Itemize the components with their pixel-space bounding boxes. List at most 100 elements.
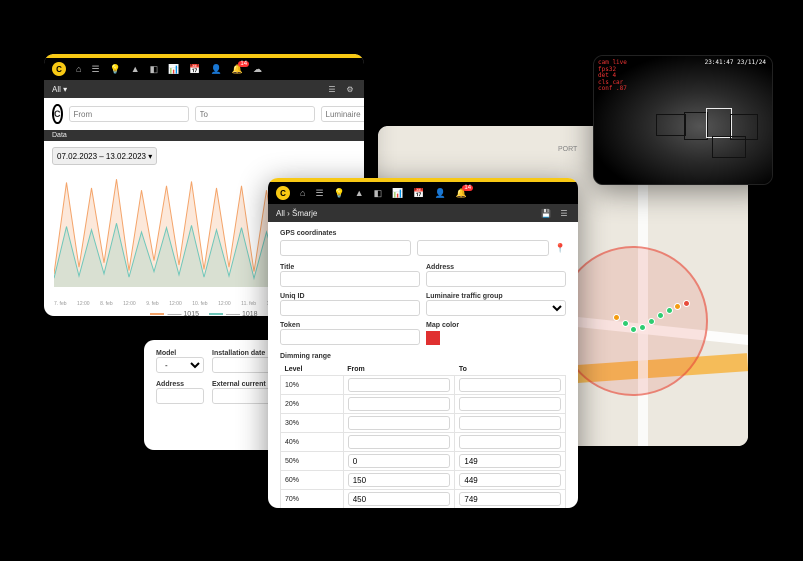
cell-from-input[interactable] bbox=[348, 378, 451, 392]
cell-to-input[interactable] bbox=[459, 454, 561, 468]
map-marker[interactable] bbox=[630, 326, 637, 333]
bell-icon[interactable]: 🔔14 bbox=[456, 188, 467, 199]
map-marker[interactable] bbox=[666, 307, 673, 314]
cell-from-input[interactable] bbox=[348, 435, 451, 449]
cell-to-input[interactable] bbox=[459, 492, 561, 506]
address-input[interactable] bbox=[156, 388, 204, 404]
cell-to-input[interactable] bbox=[459, 397, 561, 411]
calendar-icon[interactable]: 📅 bbox=[189, 64, 200, 75]
cell-to-input[interactable] bbox=[459, 473, 561, 487]
cell-from-input[interactable] bbox=[348, 454, 451, 468]
cell-level: 30% bbox=[281, 414, 344, 433]
panel-settings-icon[interactable]: ⚙ bbox=[344, 83, 356, 95]
cloud-icon[interactable]: ☁ bbox=[253, 64, 262, 75]
cell-to-input[interactable] bbox=[459, 435, 561, 449]
detection-box bbox=[656, 114, 686, 136]
section-header: Data bbox=[44, 130, 364, 141]
col-level: Level bbox=[281, 364, 344, 376]
cube-icon[interactable]: ◧ bbox=[150, 64, 159, 75]
bell-icon[interactable]: 🔔14 bbox=[232, 64, 243, 75]
breadcrumb[interactable]: All › Šmarje bbox=[276, 209, 317, 218]
title-label: Title bbox=[280, 264, 420, 271]
x-tick-label: 11. feb bbox=[241, 301, 256, 307]
cell-from-input[interactable] bbox=[348, 416, 451, 430]
col-from: From bbox=[343, 364, 455, 376]
map-marker[interactable] bbox=[613, 314, 620, 321]
form-panel: C ⌂ ☰ 💡 ▲ ◧ 📊 📅 👤 🔔14 All › Šmarje 💾 ☰ G… bbox=[268, 178, 578, 508]
legend-series-a: —— 1015 bbox=[150, 311, 199, 316]
model-select[interactable]: - bbox=[156, 357, 204, 373]
warning-icon[interactable]: ▲ bbox=[355, 188, 364, 198]
cell-from-input[interactable] bbox=[348, 473, 451, 487]
map-marker[interactable] bbox=[657, 312, 664, 319]
home-icon[interactable]: ⌂ bbox=[300, 188, 305, 198]
table-row: 50% bbox=[281, 452, 566, 471]
address-label: Address bbox=[426, 264, 566, 271]
calendar-icon[interactable]: 📅 bbox=[413, 188, 424, 199]
cell-level: 70% bbox=[281, 490, 344, 509]
table-row: 60% bbox=[281, 471, 566, 490]
filter-luminaire-input[interactable] bbox=[321, 106, 365, 122]
x-tick-label: 12:00 bbox=[169, 301, 182, 307]
map-marker[interactable] bbox=[622, 320, 629, 327]
col-to: To bbox=[455, 364, 566, 376]
chart-icon[interactable]: 📊 bbox=[168, 64, 179, 75]
warning-icon[interactable]: ▲ bbox=[131, 64, 140, 74]
bulb-icon[interactable]: 💡 bbox=[110, 64, 121, 75]
home-icon[interactable]: ⌂ bbox=[76, 64, 81, 74]
breadcrumb[interactable]: All ▾ bbox=[52, 85, 67, 94]
map-district-label: PORT bbox=[558, 146, 577, 153]
detection-box bbox=[706, 108, 732, 138]
app-logo: C bbox=[276, 186, 290, 200]
x-tick-label: 8. feb bbox=[100, 301, 113, 307]
gps-lng-input[interactable] bbox=[417, 240, 548, 256]
menu-icon[interactable]: ☰ bbox=[315, 188, 323, 199]
filter-from-input[interactable] bbox=[69, 106, 189, 122]
panel-menu-icon[interactable]: ☰ bbox=[326, 83, 338, 95]
cell-level: 60% bbox=[281, 471, 344, 490]
map-marker[interactable] bbox=[683, 300, 690, 307]
address-input[interactable] bbox=[426, 271, 566, 287]
camera-timestamp: 23:41:47 23/11/24 bbox=[705, 60, 766, 67]
uniqid-label: Uniq ID bbox=[280, 293, 420, 300]
cell-from-input[interactable] bbox=[348, 492, 451, 506]
legend-series-b: —— 1018 bbox=[209, 311, 258, 316]
cell-level: 20% bbox=[281, 395, 344, 414]
gps-section-label: GPS coordinates bbox=[280, 230, 566, 237]
user-icon[interactable]: 👤 bbox=[211, 64, 222, 75]
traffic-group-select[interactable] bbox=[426, 300, 566, 316]
user-icon[interactable]: 👤 bbox=[435, 188, 446, 199]
x-tick-label: 10. feb bbox=[192, 301, 207, 307]
app-toolbar: C ⌂ ☰ 💡 ▲ ◧ 📊 📅 👤 🔔14 ☁ bbox=[44, 58, 364, 80]
dimming-section-label: Dimming range bbox=[280, 353, 566, 360]
app-toolbar: C ⌂ ☰ 💡 ▲ ◧ 📊 📅 👤 🔔14 bbox=[268, 182, 578, 204]
panel-menu-icon[interactable]: ☰ bbox=[558, 207, 570, 219]
cell-level: 10% bbox=[281, 376, 344, 395]
map-color-swatch[interactable] bbox=[426, 331, 440, 345]
brand-logo: C bbox=[52, 104, 63, 124]
title-input[interactable] bbox=[280, 271, 420, 287]
bulb-icon[interactable]: 💡 bbox=[334, 188, 345, 199]
uniqid-input[interactable] bbox=[280, 300, 420, 316]
cell-from-input[interactable] bbox=[348, 397, 451, 411]
save-icon[interactable]: 💾 bbox=[540, 207, 552, 219]
cell-to-input[interactable] bbox=[459, 416, 561, 430]
cube-icon[interactable]: ◧ bbox=[374, 188, 383, 199]
detection-box bbox=[684, 112, 708, 140]
camera-overlay-lines: cam livefps32 det 4cls car conf .87 bbox=[598, 60, 627, 93]
gps-lat-input[interactable] bbox=[280, 240, 411, 256]
map-marker[interactable] bbox=[648, 318, 655, 325]
token-label: Token bbox=[280, 322, 420, 329]
x-tick-label: 9. feb bbox=[146, 301, 159, 307]
cell-to-input[interactable] bbox=[459, 378, 561, 392]
cell-level: 40% bbox=[281, 433, 344, 452]
map-marker[interactable] bbox=[639, 324, 646, 331]
location-pin-icon[interactable]: 📍 bbox=[555, 243, 566, 254]
token-input[interactable] bbox=[280, 329, 420, 345]
map-marker[interactable] bbox=[674, 303, 681, 310]
menu-icon[interactable]: ☰ bbox=[91, 64, 99, 75]
filter-to-input[interactable] bbox=[195, 106, 315, 122]
map-zone-circle bbox=[558, 246, 708, 396]
chart-icon[interactable]: 📊 bbox=[392, 188, 403, 199]
date-range-picker[interactable]: 07.02.2023 – 13.02.2023 ▾ bbox=[52, 147, 157, 165]
